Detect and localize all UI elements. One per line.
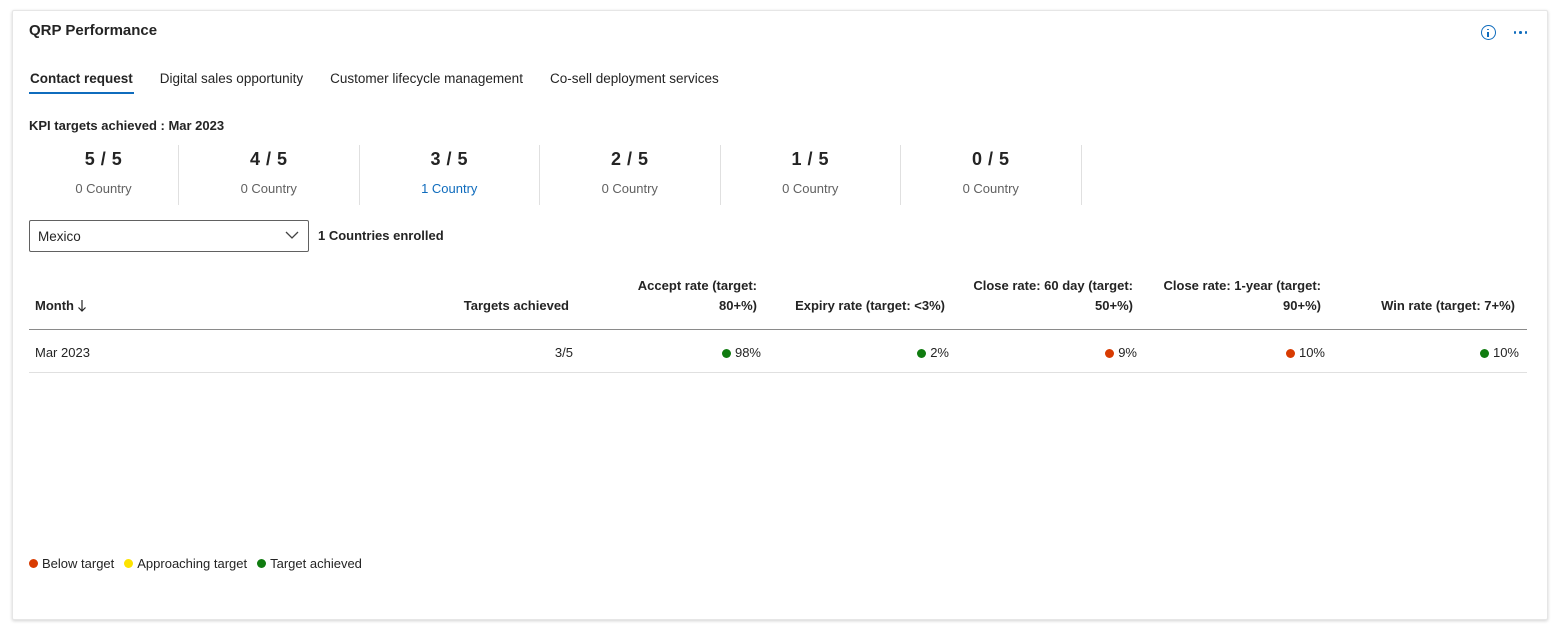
kpi-value: 5 / 5 bbox=[84, 149, 123, 169]
kpi-country-link[interactable]: 1 Country bbox=[360, 181, 540, 196]
kpi-tile: 5 / 5 0 Country bbox=[29, 145, 179, 205]
tab-contact-request[interactable]: Contact request bbox=[29, 71, 134, 94]
legend-item-approaching-target: Approaching target bbox=[124, 556, 247, 571]
info-icon[interactable] bbox=[1480, 25, 1496, 40]
kpi-country-count: 0 Country bbox=[240, 181, 297, 196]
cell-month: Mar 2023 bbox=[29, 329, 209, 373]
below-target-status-dot bbox=[1285, 348, 1295, 358]
legend-item-target-achieved: Target achieved bbox=[257, 556, 362, 571]
cell-targets-achieved: 3/5 bbox=[209, 329, 581, 373]
column-header-accept-rate[interactable]: Accept rate (target: 80+%) bbox=[581, 276, 769, 330]
header-actions bbox=[1480, 25, 1527, 40]
approaching-target-dot bbox=[124, 559, 134, 568]
cell-expiry-rate: 2% bbox=[769, 329, 957, 373]
kpi-country-count: 0 Country bbox=[601, 181, 658, 196]
cell-win-rate: 10% bbox=[1333, 329, 1527, 373]
kpi-tile: 3 / 5 1 Country bbox=[360, 145, 540, 205]
below-target-dot bbox=[29, 559, 38, 568]
kpi-value: 0 / 5 bbox=[971, 149, 1010, 169]
tab-customer-lifecycle-management[interactable]: Customer lifecycle management bbox=[329, 71, 524, 94]
column-header-close-rate-60-day[interactable]: Close rate: 60 day (target: 50+%) bbox=[957, 276, 1145, 330]
country-dropdown[interactable]: Mexico bbox=[29, 220, 309, 252]
kpi-tile: 0 / 5 0 Country bbox=[901, 145, 1082, 205]
qrp-performance-card: QRP Performance Contact request Digital … bbox=[12, 10, 1548, 620]
cell-accept-rate: 98% bbox=[581, 329, 769, 373]
kpi-country-count: 0 Country bbox=[75, 181, 132, 196]
tab-list: Contact request Digital sales opportunit… bbox=[29, 71, 745, 94]
card-title: QRP Performance bbox=[29, 22, 158, 39]
column-header-month[interactable]: Month bbox=[29, 276, 209, 330]
kpi-value: 4 / 5 bbox=[249, 149, 288, 169]
more-options-icon[interactable] bbox=[1513, 27, 1527, 38]
tab-co-sell-deployment-services[interactable]: Co-sell deployment services bbox=[549, 71, 720, 94]
kpi-tile: 1 / 5 0 Country bbox=[721, 145, 901, 205]
kpi-value: 3 / 5 bbox=[430, 149, 469, 169]
performance-table: Month Targets achieved Accept rate (targ… bbox=[29, 276, 1527, 373]
kpi-country-count: 0 Country bbox=[782, 181, 839, 196]
cell-close-rate-60-day: 9% bbox=[957, 329, 1145, 373]
chevron-down-icon bbox=[285, 231, 299, 239]
table-header-row: Month Targets achieved Accept rate (targ… bbox=[29, 276, 1527, 330]
kpi-value: 1 / 5 bbox=[791, 149, 830, 169]
column-header-close-rate-1-year[interactable]: Close rate: 1-year (target: 90+%) bbox=[1145, 276, 1333, 330]
table-row: Mar 2023 3/5 98% 2% 9% 10% 10% bbox=[29, 329, 1527, 373]
target-achieved-dot bbox=[257, 559, 267, 568]
kpi-summary: 5 / 5 0 Country 4 / 5 0 Country 3 / 5 1 … bbox=[29, 145, 1082, 205]
countries-enrolled-label: 1 Countries enrolled bbox=[318, 228, 444, 243]
column-header-win-rate[interactable]: Win rate (target: 7+%) bbox=[1333, 276, 1527, 330]
column-header-targets-achieved[interactable]: Targets achieved bbox=[209, 276, 581, 330]
sort-descending-icon bbox=[78, 300, 86, 312]
target-achieved-status-dot bbox=[917, 348, 927, 358]
kpi-tile: 2 / 5 0 Country bbox=[540, 145, 721, 205]
kpi-country-count: 0 Country bbox=[962, 181, 1019, 196]
cell-close-rate-1-year: 10% bbox=[1145, 329, 1333, 373]
country-dropdown-value: Mexico bbox=[38, 229, 81, 244]
kpi-value: 2 / 5 bbox=[610, 149, 649, 169]
tab-digital-sales-opportunity[interactable]: Digital sales opportunity bbox=[159, 71, 304, 94]
legend-item-below-target: Below target bbox=[29, 556, 114, 571]
target-achieved-status-dot bbox=[1479, 348, 1489, 358]
target-achieved-status-dot bbox=[721, 348, 731, 358]
status-legend: Below target Approaching target Target a… bbox=[29, 556, 362, 571]
below-target-status-dot bbox=[1105, 348, 1115, 358]
kpi-title: KPI targets achieved : Mar 2023 bbox=[29, 118, 225, 133]
kpi-tile: 4 / 5 0 Country bbox=[179, 145, 360, 205]
column-header-expiry-rate[interactable]: Expiry rate (target: <3%) bbox=[769, 276, 957, 330]
